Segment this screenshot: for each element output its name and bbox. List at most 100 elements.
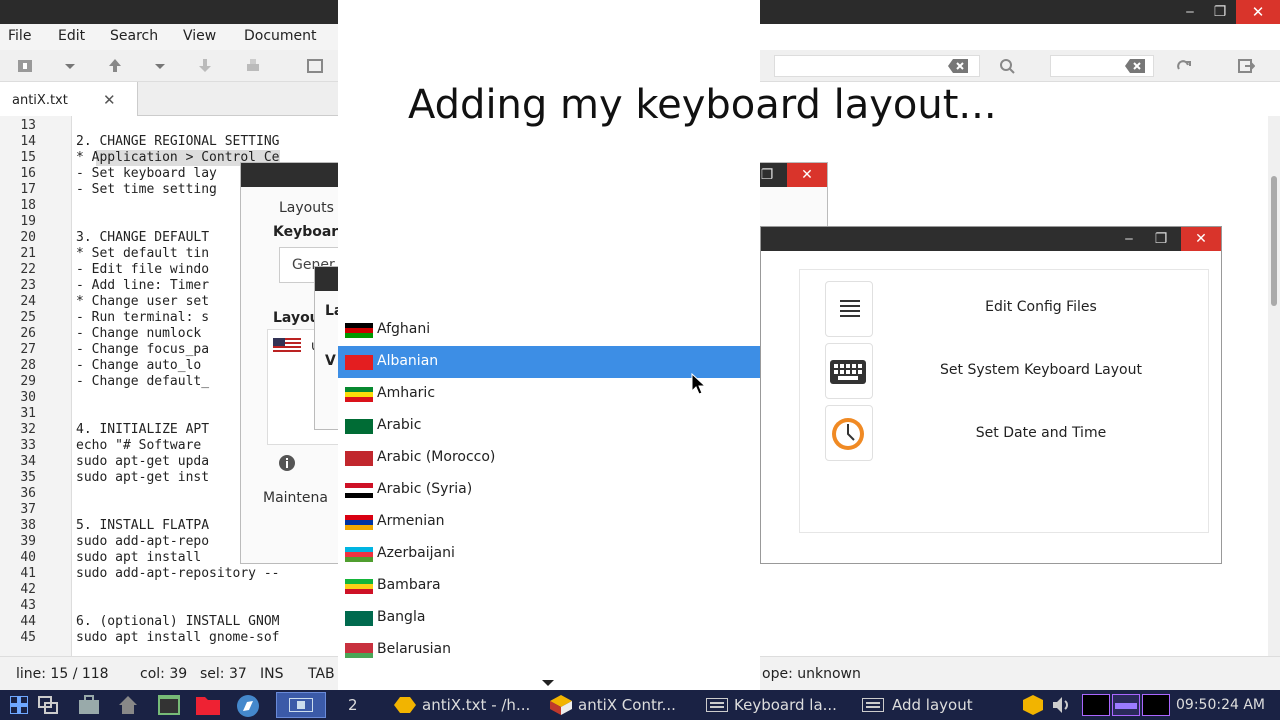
task-keyboard-layout[interactable]: Keyboard la... — [706, 690, 856, 720]
code-line: echo "# Software — [76, 438, 202, 453]
tab-antix-txt[interactable]: antiX.txt ✕ — [0, 82, 138, 116]
clear-icon[interactable] — [948, 59, 968, 73]
language-label: Arabic (Morocco) — [377, 449, 496, 465]
us-flag-icon — [273, 338, 301, 354]
menu-file[interactable]: File — [8, 28, 31, 44]
language-item[interactable]: Bangla — [338, 602, 760, 634]
set-date-time-label[interactable]: Set Date and Time — [851, 425, 1231, 441]
code-line: 6. (optional) INSTALL GNOM — [76, 614, 280, 629]
maximize-icon[interactable]: ❐ — [1147, 227, 1175, 251]
terminal-icon[interactable] — [158, 695, 180, 715]
code-line: sudo add-apt-repo — [76, 534, 210, 549]
tab-layouts[interactable]: Layouts — [279, 200, 334, 216]
close-icon[interactable]: ✕ — [787, 163, 827, 187]
clock[interactable]: 09:50:24 AM — [1176, 690, 1265, 720]
code-line: sudo apt install — [76, 550, 202, 565]
status-scope: ope: unknown — [762, 666, 861, 682]
task-antix-control[interactable]: antiX Contr... — [550, 690, 696, 720]
menu-edit[interactable]: Edit — [58, 28, 85, 44]
flag-icon — [345, 419, 373, 434]
code-line: 5. INSTALL FLATPA — [76, 518, 210, 533]
print-icon[interactable] — [244, 57, 262, 75]
briefcase-icon[interactable] — [78, 695, 100, 715]
package-icon[interactable] — [1022, 694, 1044, 716]
language-item[interactable]: Azerbaijani — [338, 538, 760, 570]
network-monitor — [1142, 694, 1170, 716]
workspace-window-icon — [289, 698, 313, 712]
redo-icon[interactable] — [1175, 57, 1193, 75]
close-icon[interactable]: ✕ — [103, 91, 116, 109]
language-rows: Afghani Albanian Amharic Arabic Arabic (Moro… — [338, 314, 760, 666]
maximize-icon[interactable]: ❐ — [1206, 0, 1234, 24]
language-label: Arabic (Syria) — [377, 481, 473, 497]
task-label: Keyboard la... — [734, 696, 837, 714]
edit-config-files-label[interactable]: Edit Config Files — [851, 299, 1231, 315]
code-line: - Add line: Timer — [76, 278, 210, 293]
status-sel: sel: 37 — [200, 666, 247, 682]
language-label: Afghani — [377, 321, 431, 337]
chevron-down-icon[interactable] — [151, 57, 169, 75]
menu-search[interactable]: Search — [110, 28, 158, 44]
code-line: - Change numlock — [76, 326, 202, 341]
control-center-window: ‒ ❐ ✕ Edit Config Files Set System Keybo… — [760, 226, 1222, 564]
minimize-icon[interactable]: ‒ — [1115, 227, 1143, 251]
video-caption-overlay: Adding my keyboard layout... — [408, 82, 997, 128]
code-line: 4. INITIALIZE APT — [76, 422, 210, 437]
language-item[interactable]: Armenian — [338, 506, 760, 538]
code-line: - Run terminal: s — [76, 310, 210, 325]
language-label: Bangla — [377, 609, 426, 625]
language-label: Albanian — [377, 353, 439, 369]
task-antix-txt[interactable]: antiX.txt - /h... — [394, 690, 546, 720]
new-file-icon[interactable] — [16, 57, 34, 75]
home-icon[interactable] — [118, 695, 138, 715]
status-ins: INS — [260, 666, 284, 682]
volume-icon[interactable] — [1052, 696, 1072, 714]
folder-icon[interactable] — [196, 695, 220, 715]
download-icon[interactable] — [196, 57, 214, 75]
language-item[interactable]: Bambara — [338, 570, 760, 602]
code-line: - Edit file windo — [76, 262, 210, 277]
info-icon[interactable] — [278, 454, 296, 472]
status-line: line: 15 / 118 — [16, 666, 109, 682]
browser-icon[interactable] — [236, 694, 260, 718]
memory-monitor — [1112, 694, 1140, 716]
workspace-1[interactable] — [276, 692, 326, 718]
code-line: sudo apt-get inst — [76, 470, 210, 485]
scrollbar-thumb[interactable] — [1271, 176, 1277, 306]
scroll-down-icon[interactable] — [542, 680, 554, 688]
cpu-monitor — [1082, 694, 1110, 716]
set-keyboard-layout-label[interactable]: Set System Keyboard Layout — [851, 362, 1231, 378]
chevron-down-icon[interactable] — [61, 57, 79, 75]
close-icon[interactable]: ✕ — [1236, 0, 1280, 24]
flag-icon — [345, 579, 373, 594]
windows-icon[interactable] — [38, 696, 58, 714]
task-add-layout[interactable]: Add layout — [862, 690, 992, 720]
code-line: sudo add-apt-repository -- — [76, 566, 280, 581]
code-line: 2. CHANGE REGIONAL SETTING — [76, 134, 280, 149]
flag-icon — [345, 355, 373, 370]
language-item[interactable]: Arabic — [338, 410, 760, 442]
language-item[interactable]: Afghani — [338, 314, 760, 346]
mouse-cursor-icon — [691, 373, 707, 395]
keyboard-model-label: Keyboard — [273, 224, 349, 240]
workspace-2[interactable]: 2 — [348, 690, 358, 720]
menu-document[interactable]: Document — [244, 28, 317, 44]
layouts-label: Layou — [273, 310, 320, 326]
maintenance-tab[interactable]: Maintena — [263, 490, 328, 506]
save-icon[interactable] — [106, 57, 124, 75]
code-line: sudo apt install gnome-sof — [76, 630, 280, 645]
minimize-icon[interactable]: ‒ — [1176, 0, 1204, 24]
scrollbar[interactable] — [1268, 116, 1280, 656]
language-item[interactable]: Belarusian — [338, 634, 760, 666]
language-item[interactable]: Arabic (Syria) — [338, 474, 760, 506]
start-menu-icon[interactable] — [10, 696, 28, 714]
exit-icon[interactable] — [1237, 57, 1255, 75]
flag-icon — [345, 451, 373, 466]
search-icon[interactable] — [998, 57, 1016, 75]
menu-view[interactable]: View — [183, 28, 216, 44]
taskbar: 2 antiX.txt - /h... antiX Contr... Keybo… — [0, 690, 1280, 720]
open-icon[interactable] — [306, 57, 324, 75]
clear-icon[interactable] — [1125, 59, 1145, 73]
language-item[interactable]: Arabic (Morocco) — [338, 442, 760, 474]
close-icon[interactable]: ✕ — [1181, 227, 1221, 251]
